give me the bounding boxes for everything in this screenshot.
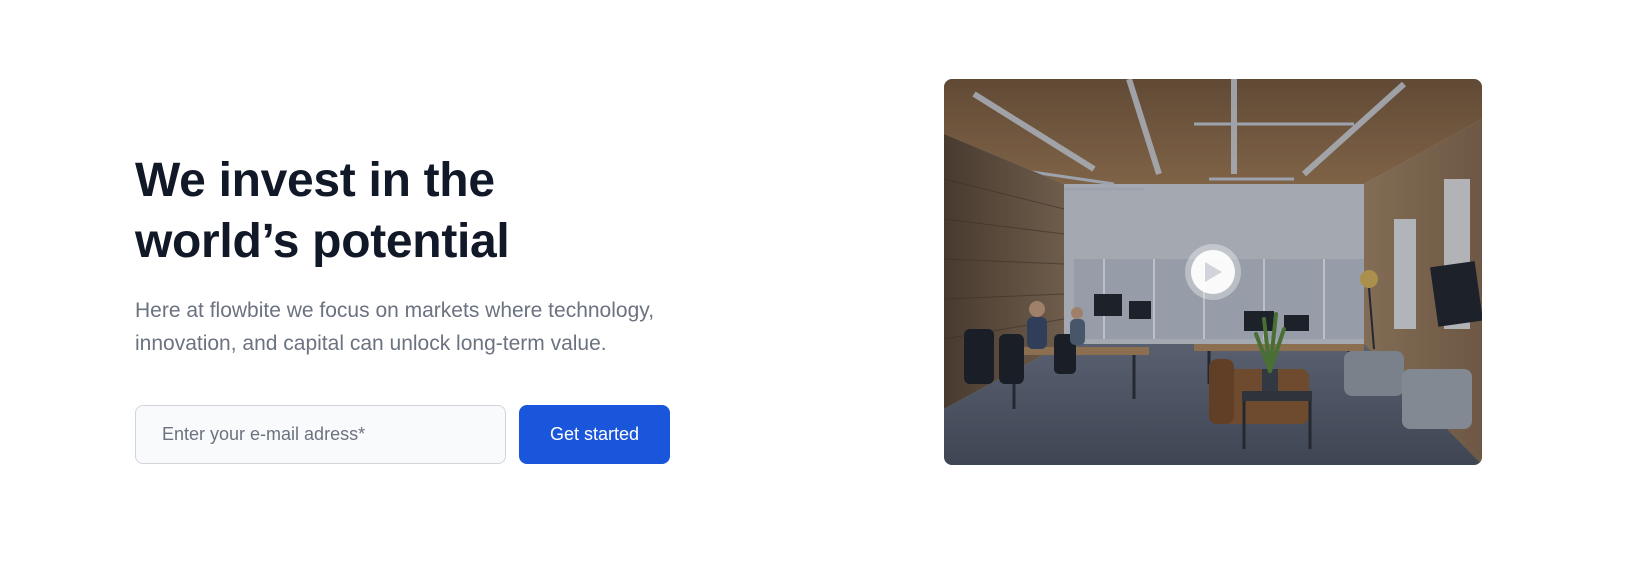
hero-title-line-1: We invest in the: [135, 154, 495, 207]
play-icon: [1205, 262, 1222, 282]
signup-form: Get started: [135, 405, 755, 464]
hero-section: We invest in the world’s potential Here …: [0, 0, 1637, 580]
email-input[interactable]: [135, 405, 506, 464]
play-button[interactable]: [1185, 244, 1241, 300]
play-button-inner: [1191, 250, 1235, 294]
hero-title-line-2: world’s potential: [135, 215, 510, 268]
video-thumbnail[interactable]: [944, 79, 1482, 465]
hero-title: We invest in the world’s potential: [135, 150, 755, 272]
hero-subtitle: Here at flowbite we focus on markets whe…: [135, 299, 655, 355]
get-started-button[interactable]: Get started: [519, 405, 670, 464]
hero-text-column: We invest in the world’s potential Here …: [135, 150, 755, 464]
